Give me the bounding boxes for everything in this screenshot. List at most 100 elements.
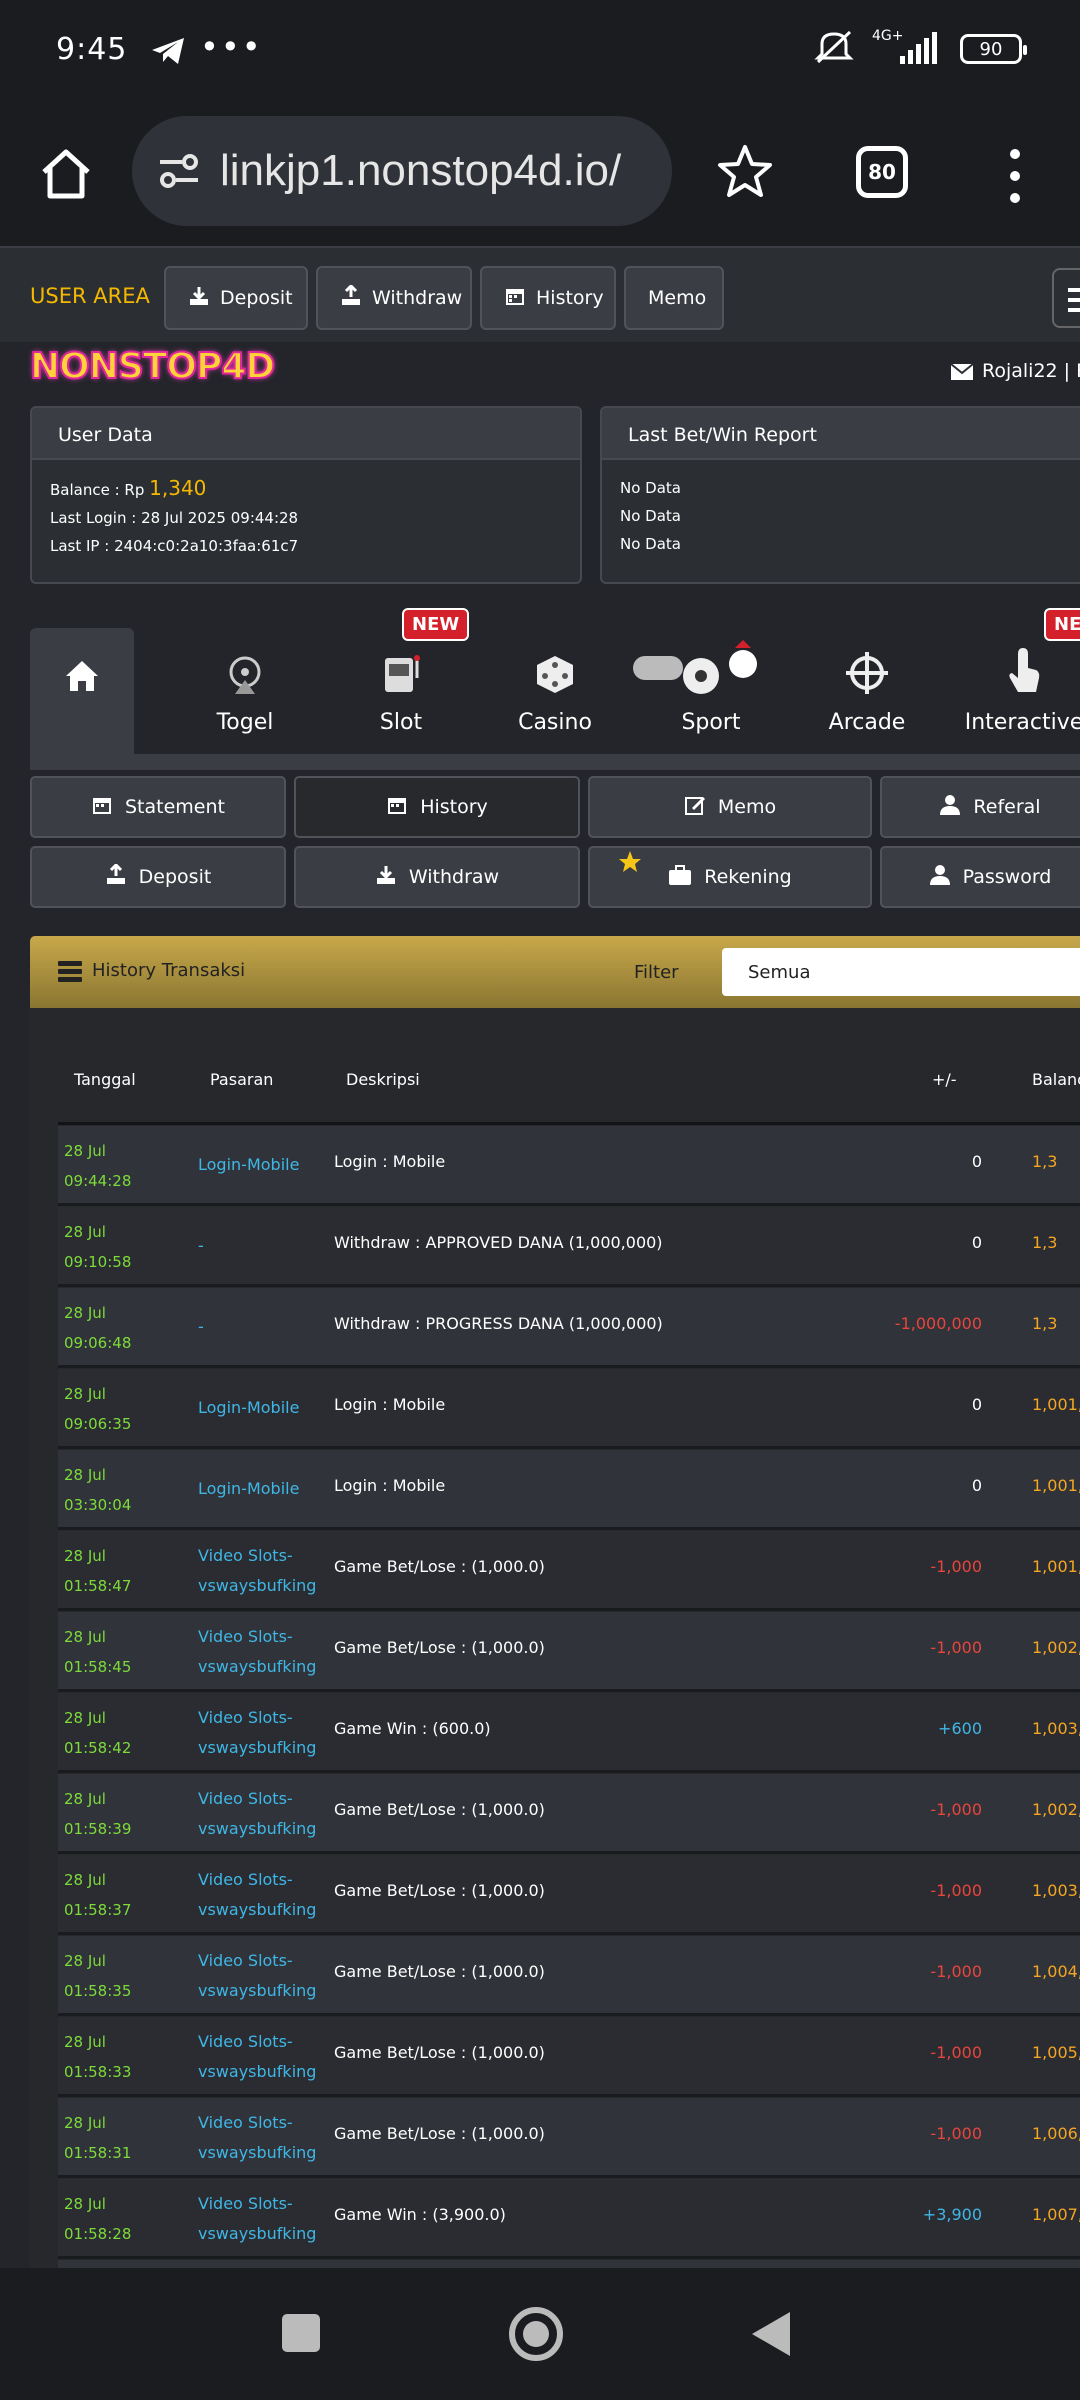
tab-interactive[interactable]: Interactive NEW <box>954 608 1080 758</box>
referal-button[interactable]: Referal <box>880 776 1080 838</box>
table-row: 28 Jul 01:58:31 Video Slots-vswaysbufking G… <box>58 2098 1080 2178</box>
filter-select[interactable]: Semua <box>722 948 1080 996</box>
date-day: 28 Jul <box>64 1790 106 1808</box>
tab-sport[interactable]: Sport <box>633 628 786 758</box>
cell-date: 28 Jul 01:58:33 <box>64 2027 131 2087</box>
withdraw-tab-label: Withdraw <box>408 866 500 888</box>
cell-date: 28 Jul 01:58:35 <box>64 1946 131 2006</box>
date-day: 28 Jul <box>64 1223 106 1241</box>
tab-home[interactable] <box>30 628 134 758</box>
tab-switcher-button[interactable]: 80 <box>856 146 908 198</box>
site-settings-icon[interactable] <box>156 148 202 198</box>
user-data-card: User Data Balance : Rp 1,340 Last Login … <box>30 406 582 584</box>
tab-slot[interactable]: Slot NEW <box>326 608 476 758</box>
user-area-bar: USER AREA Deposit Withdraw History Memo <box>0 246 1080 342</box>
cell-pasaran[interactable]: Video Slots-vswaysbufking <box>198 1784 316 1844</box>
cell-pasaran[interactable]: Login-Mobile <box>198 1474 299 1504</box>
cell-date: 28 Jul 01:58:31 <box>64 2108 131 2168</box>
withdraw-icon <box>375 864 397 891</box>
date-day: 28 Jul <box>64 2033 106 2051</box>
home-nav-button[interactable] <box>508 2306 564 2366</box>
cell-pasaran[interactable]: Video Slots-vswaysbufking <box>198 2027 316 2087</box>
cell-description: Game Bet/Lose : (1,000.0) <box>334 2124 545 2143</box>
overflow-menu-icon[interactable] <box>1000 146 1030 210</box>
cell-pasaran[interactable]: Video Slots-vswaysbufking <box>198 1703 316 1763</box>
cell-pasaran[interactable]: Video Slots-vswaysbufking <box>198 1946 316 2006</box>
cell-amount: 0 <box>971 1395 982 1414</box>
cell-pasaran[interactable]: Video Slots-vswaysbufking <box>198 2189 316 2249</box>
back-button[interactable] <box>750 2310 792 2362</box>
cell-pasaran[interactable]: - <box>198 1231 204 1261</box>
withdraw-button[interactable]: Withdraw <box>316 266 472 330</box>
status-time: 9:45 <box>56 32 128 67</box>
pasaran-line: Video Slots- <box>198 1627 293 1646</box>
pasaran-line: - <box>198 1236 204 1255</box>
history-tab-button[interactable]: History <box>294 776 580 838</box>
date-day: 28 Jul <box>64 1547 106 1565</box>
url-field[interactable]: linkjp1.nonstop4d.io/ <box>132 116 672 226</box>
tab-label: Casino <box>518 710 592 735</box>
history-table: Tanggal Pasaran Deskripsi +/- Balance 28… <box>30 1008 1080 2268</box>
cell-balance: 1,3 <box>1032 1152 1058 1171</box>
cell-date: 28 Jul 09:06:35 <box>64 1379 131 1439</box>
url-text: linkjp1.nonstop4d.io/ <box>220 146 622 195</box>
cell-date: 28 Jul 01:58:45 <box>64 1622 131 1682</box>
date-time: 01:58:42 <box>64 1739 132 1757</box>
cell-date: 28 Jul 01:58:28 <box>64 2189 131 2249</box>
referal-label: Referal <box>973 796 1041 818</box>
pasaran-line: Video Slots- <box>198 1789 293 1808</box>
deposit-tab-button[interactable]: Deposit <box>30 846 286 908</box>
cell-description: Login : Mobile <box>334 1476 446 1495</box>
history-button[interactable]: History <box>480 266 616 330</box>
password-button[interactable]: Password <box>880 846 1080 908</box>
table-row: 28 Jul 01:58:33 Video Slots-vswaysbufking G… <box>58 2017 1080 2097</box>
home-icon[interactable] <box>36 144 96 208</box>
cell-pasaran[interactable]: Login-Mobile <box>198 1393 299 1423</box>
tab-togel[interactable]: Togel <box>170 628 320 758</box>
last-bet-card: Last Bet/Win Report No Data No Data No D… <box>600 406 1080 584</box>
cell-description: Game Bet/Lose : (1,000.0) <box>334 2043 545 2062</box>
deposit-button[interactable]: Deposit <box>164 266 308 330</box>
user-identity[interactable]: Rojali22 | Ro <box>950 360 1080 382</box>
date-day: 28 Jul <box>64 1466 106 1484</box>
pasaran-line: vswaysbufking <box>198 1657 317 1676</box>
table-row: 28 Jul 09:10:58 - Withdraw : APPROVED DANA … <box>58 1207 1080 1287</box>
cell-description: Game Win : (3,900.0) <box>334 2205 506 2224</box>
deposit-tab-label: Deposit <box>138 866 212 888</box>
pasaran-line: Video Slots- <box>198 2113 293 2132</box>
withdraw-tab-button[interactable]: Withdraw <box>294 846 580 908</box>
statement-button[interactable]: Statement <box>30 776 286 838</box>
rekening-button[interactable]: Rekening <box>588 846 872 908</box>
date-day: 28 Jul <box>64 2195 106 2213</box>
withdraw-label: Withdraw <box>372 287 463 309</box>
recents-button[interactable] <box>282 2314 320 2356</box>
date-time: 01:58:28 <box>64 2225 132 2243</box>
memo-label: Memo <box>648 287 707 309</box>
cell-pasaran[interactable]: Login-Mobile <box>198 1150 299 1180</box>
history-tab-label: History <box>420 796 488 818</box>
cell-amount: +3,900 <box>922 2205 982 2224</box>
memo-button[interactable]: Memo <box>624 266 724 330</box>
cell-pasaran[interactable]: Video Slots-vswaysbufking <box>198 1865 316 1925</box>
tab-casino[interactable]: Casino <box>480 628 630 758</box>
dice-icon <box>537 656 573 693</box>
date-day: 28 Jul <box>64 1385 106 1403</box>
site-logo[interactable]: NONSTOP4D <box>29 345 276 388</box>
cell-description: Withdraw : APPROVED DANA (1,000,000) <box>334 1233 663 1252</box>
cell-pasaran[interactable]: Video Slots-vswaysbufking <box>198 2108 316 2168</box>
cell-amount: -1,000 <box>930 1638 982 1657</box>
tab-arcade[interactable]: Arcade <box>792 628 942 758</box>
calendar-icon <box>386 794 408 821</box>
cell-pasaran[interactable]: Video Slots-vswaysbufking <box>198 1622 316 1682</box>
balance-value: 1,340 <box>149 476 207 500</box>
cell-pasaran[interactable]: - <box>198 1312 204 1342</box>
pasaran-line: vswaysbufking <box>198 1900 317 1919</box>
tab-divider <box>30 754 1080 770</box>
cell-pasaran[interactable]: Video Slots-vswaysbufking <box>198 1541 316 1601</box>
bookmark-star-icon[interactable] <box>716 142 774 204</box>
hamburger-menu-icon[interactable] <box>1052 268 1080 328</box>
memo-tab-button[interactable]: Memo <box>588 776 872 838</box>
column-header-pasaran: Pasaran <box>210 1070 274 1089</box>
pasaran-line: vswaysbufking <box>198 2062 317 2081</box>
tab-label: Interactive <box>964 710 1080 735</box>
